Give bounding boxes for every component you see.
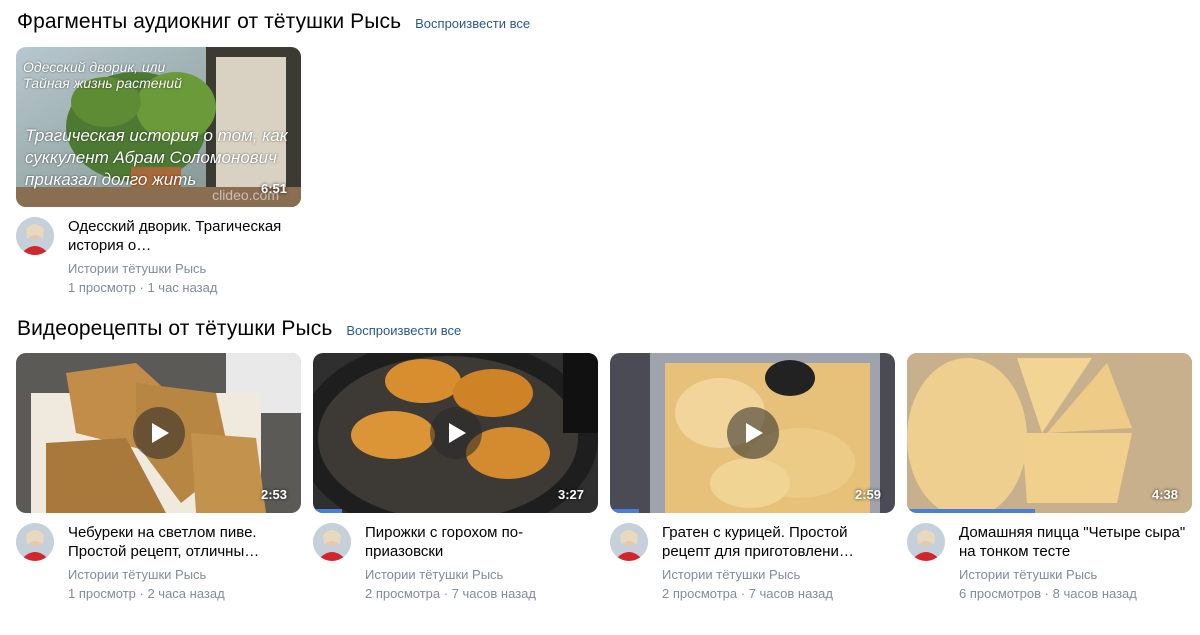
video-stats: 1 просмотр · 1 час назад <box>68 280 218 295</box>
video-title[interactable]: Чебуреки на светлом пиве. Простой рецепт… <box>68 523 296 561</box>
watch-progress <box>907 509 1036 513</box>
channel-name[interactable]: Истории тётушки Рысь <box>68 261 206 276</box>
thumbnail-title-overlay: Одесский дворик, или Тайная жизнь растен… <box>23 59 182 91</box>
channel-avatar[interactable] <box>16 523 54 561</box>
play-button[interactable] <box>429 407 482 459</box>
video-stats: 2 просмотра · 7 часов назад <box>365 586 536 601</box>
video-title[interactable]: Одесский дворик. Трагическая история о… <box>68 217 296 255</box>
video-duration: 4:38 <box>1151 487 1178 502</box>
video-thumbnail[interactable]: 2:59 <box>610 353 895 513</box>
watch-progress <box>610 509 639 513</box>
watch-progress <box>313 509 342 513</box>
video-duration: 2:53 <box>260 487 287 502</box>
video-thumbnail[interactable]: 4:38 <box>907 353 1192 513</box>
section-title: Фрагменты аудиокниг от тётушки Рысь <box>17 10 402 33</box>
channel-name[interactable]: Истории тётушки Рысь <box>365 567 503 582</box>
video-title[interactable]: Гратен с курицей. Простой рецепт для при… <box>662 523 890 561</box>
video-duration: 6:51 <box>260 181 287 196</box>
play-button[interactable] <box>726 407 779 459</box>
play-icon <box>151 423 169 443</box>
channel-avatar[interactable] <box>610 523 648 561</box>
channel-name[interactable]: Истории тётушки Рысь <box>68 567 206 582</box>
video-thumbnail[interactable]: Одесский дворик, или Тайная жизнь растен… <box>16 47 301 207</box>
video-duration: 3:27 <box>557 487 584 502</box>
video-stats: 1 просмотр · 2 часа назад <box>68 586 225 601</box>
section-title: Видеорецепты от тётушки Рысь <box>17 317 333 340</box>
channel-name[interactable]: Истории тётушки Рысь <box>662 567 800 582</box>
video-card[interactable]: 2:59 Гратен с курицей. Простой рецепт дл… <box>610 353 895 603</box>
channel-avatar[interactable] <box>16 217 54 255</box>
play-all-link[interactable]: Воспроизвести все <box>346 323 461 338</box>
video-title[interactable]: Домашняя пицца "Четыре сыра" на тонком т… <box>959 523 1187 561</box>
video-stats: 2 просмотра · 7 часов назад <box>662 586 833 601</box>
section-header-audiobooks: Фрагменты аудиокниг от тётушки Рысь Восп… <box>17 10 530 34</box>
channel-avatar[interactable] <box>907 523 945 561</box>
play-button[interactable] <box>132 407 185 459</box>
video-card[interactable]: 4:38 Домашняя пицца "Четыре сыра" на тон… <box>907 353 1192 603</box>
video-duration: 2:59 <box>854 487 881 502</box>
video-thumbnail[interactable]: 2:53 <box>16 353 301 513</box>
play-icon <box>745 423 763 443</box>
channel-avatar[interactable] <box>313 523 351 561</box>
play-all-link[interactable]: Воспроизвести все <box>415 16 530 31</box>
play-icon <box>448 423 466 443</box>
video-thumbnail[interactable]: 3:27 <box>313 353 598 513</box>
thumbnail-caption-overlay: Трагическая история о том, как суккулент… <box>25 126 288 189</box>
thumbnail-image <box>907 353 1192 513</box>
video-stats: 6 просмотров · 8 часов назад <box>959 586 1137 601</box>
section-header-recipes: Видеорецепты от тётушки Рысь Воспроизвес… <box>17 317 461 341</box>
channel-name[interactable]: Истории тётушки Рысь <box>959 567 1097 582</box>
video-card[interactable]: 3:27 Пирожки с горохом по-приазовски Ист… <box>313 353 598 603</box>
video-card[interactable]: Одесский дворик, или Тайная жизнь растен… <box>16 47 301 297</box>
video-title[interactable]: Пирожки с горохом по-приазовски <box>365 523 593 561</box>
video-card[interactable]: 2:53 Чебуреки на светлом пиве. Простой р… <box>16 353 301 603</box>
